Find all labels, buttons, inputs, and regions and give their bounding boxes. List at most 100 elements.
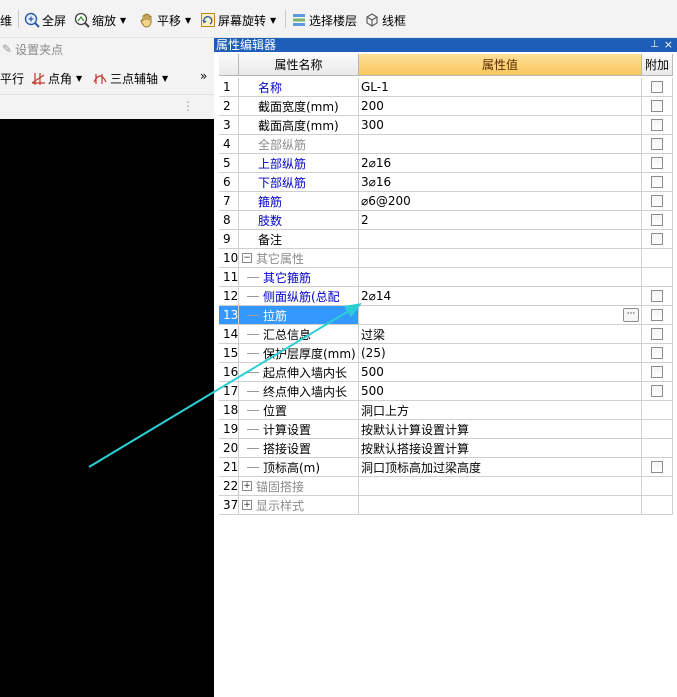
add-checkbox[interactable] (651, 195, 663, 207)
add-checkbox[interactable] (651, 385, 663, 397)
add-checkbox[interactable] (651, 461, 663, 473)
property-name-cell[interactable]: 侧面纵筋(总配 (239, 287, 359, 306)
fullscreen-button[interactable]: 全屏 (24, 9, 66, 31)
chevron-down-icon[interactable]: ▼ (76, 74, 82, 83)
property-value-cell[interactable]: 过梁 (359, 325, 642, 344)
property-row[interactable]: 19 计算设置 按默认计算设置计算 (219, 420, 673, 439)
property-row[interactable]: 14 汇总信息 过梁 (219, 325, 673, 344)
property-value-cell[interactable] (359, 496, 642, 515)
add-checkbox[interactable] (651, 157, 663, 169)
property-value-cell[interactable]: GL-1 (359, 78, 642, 97)
property-value-cell[interactable]: 200 (359, 97, 642, 116)
property-value-cell[interactable] (359, 135, 642, 154)
column-header-value[interactable]: 属性值 (359, 54, 642, 76)
add-checkbox[interactable] (651, 81, 663, 93)
chevron-down-icon[interactable]: ▼ (162, 74, 168, 83)
property-name-cell[interactable]: + 锚固搭接 (239, 477, 359, 496)
property-row[interactable]: 15 保护层厚度(mm) (25) (219, 344, 673, 363)
property-value-cell[interactable]: (25) (359, 344, 642, 363)
property-value-cell[interactable] (359, 477, 642, 496)
expand-icon[interactable]: + (242, 500, 252, 510)
property-name-cell[interactable]: 备注 (239, 230, 359, 249)
property-value-cell[interactable]: ⌀6@200 (359, 192, 642, 211)
property-value-cell[interactable]: 按默认搭接设置计算 (359, 439, 642, 458)
property-name-cell[interactable]: 计算设置 (239, 420, 359, 439)
set-grip-button[interactable]: ✎ 设置夹点 (0, 38, 214, 60)
pin-icon[interactable]: ⊥ (650, 38, 659, 52)
property-row[interactable]: 18 位置 洞口上方 (219, 401, 673, 420)
property-row[interactable]: 1 名称 GL-1 (219, 78, 673, 97)
property-row[interactable]: 8 肢数 2 (219, 211, 673, 230)
property-name-cell[interactable]: 截面高度(mm) (239, 116, 359, 135)
collapse-icon[interactable]: − (242, 253, 252, 263)
wireframe-button[interactable]: 线框 (364, 9, 406, 31)
close-icon[interactable]: × (664, 38, 673, 52)
property-row[interactable]: 20 搭接设置 按默认搭接设置计算 (219, 439, 673, 458)
property-row[interactable]: 4 全部纵筋 (219, 135, 673, 154)
property-value-cell[interactable]: 3⌀16 (359, 173, 642, 192)
property-row[interactable]: 6 下部纵筋 3⌀16 (219, 173, 673, 192)
column-header-add[interactable]: 附加 (642, 54, 673, 76)
property-row[interactable]: 9 备注 (219, 230, 673, 249)
property-name-cell[interactable]: 名称 (239, 78, 359, 97)
chevron-down-icon[interactable]: ▼ (185, 16, 191, 25)
property-value-cell[interactable]: 500 (359, 382, 642, 401)
property-row[interactable]: 22 + 锚固搭接 (219, 477, 673, 496)
property-row[interactable]: 17 终点伸入墙内长 500 (219, 382, 673, 401)
property-name-cell[interactable]: 保护层厚度(mm) (239, 344, 359, 363)
property-editor-title-bar[interactable]: 属性编辑器 ⊥ × (214, 38, 677, 52)
property-value-cell[interactable] (359, 249, 642, 268)
select-floor-button[interactable]: 选择楼层 (291, 9, 357, 31)
property-value-cell[interactable]: 500 (359, 363, 642, 382)
property-name-cell[interactable]: 搭接设置 (239, 439, 359, 458)
add-checkbox[interactable] (651, 100, 663, 112)
property-name-cell[interactable]: 上部纵筋 (239, 154, 359, 173)
parallel-button[interactable]: 平行 (0, 67, 24, 89)
ellipsis-button[interactable]: ··· (623, 308, 639, 322)
property-name-cell[interactable]: 位置 (239, 401, 359, 420)
toolbar-item-view[interactable]: 维 (0, 9, 12, 31)
property-name-cell[interactable]: + 显示样式 (239, 496, 359, 515)
property-name-cell[interactable]: 顶标高(m) (239, 458, 359, 477)
point-angle-button[interactable]: 点角 ▼ (30, 67, 82, 89)
property-row[interactable]: 5 上部纵筋 2⌀16 (219, 154, 673, 173)
property-name-cell[interactable]: 拉筋 (239, 306, 359, 325)
property-name-cell[interactable]: 全部纵筋 (239, 135, 359, 154)
property-row[interactable]: 16 起点伸入墙内长 500 (219, 363, 673, 382)
property-name-cell[interactable]: 箍筋 (239, 192, 359, 211)
property-name-cell[interactable]: 汇总信息 (239, 325, 359, 344)
more-tools-button[interactable]: » (200, 65, 207, 87)
property-value-cell[interactable] (359, 268, 642, 287)
add-checkbox[interactable] (651, 233, 663, 245)
drawing-canvas[interactable] (0, 119, 214, 697)
property-name-cell[interactable]: 截面宽度(mm) (239, 97, 359, 116)
add-checkbox[interactable] (651, 328, 663, 340)
property-name-cell[interactable]: 起点伸入墙内长 (239, 363, 359, 382)
property-row[interactable]: 7 箍筋 ⌀6@200 (219, 192, 673, 211)
three-point-axis-button[interactable]: 三点辅轴 ▼ (92, 67, 168, 89)
property-row[interactable]: 10− 其它属性 (219, 249, 673, 268)
property-row[interactable]: 37 + 显示样式 (219, 496, 673, 515)
property-value-cell[interactable]: 300 (359, 116, 642, 135)
chevron-down-icon[interactable]: ▼ (120, 16, 126, 25)
pan-button[interactable]: 平移 ▼ (139, 9, 191, 31)
property-value-cell[interactable]: 洞口上方 (359, 401, 642, 420)
chevron-down-icon[interactable]: ▼ (270, 16, 276, 25)
expand-icon[interactable]: + (242, 481, 252, 491)
property-value-cell[interactable]: 2 (359, 211, 642, 230)
add-checkbox[interactable] (651, 290, 663, 302)
add-checkbox[interactable] (651, 366, 663, 378)
zoom-button[interactable]: 缩放 ▼ (74, 9, 126, 31)
property-name-cell[interactable]: 下部纵筋 (239, 173, 359, 192)
add-checkbox[interactable] (651, 214, 663, 226)
property-name-cell[interactable]: − 其它属性 (239, 249, 359, 268)
property-row[interactable]: 3 截面高度(mm) 300 (219, 116, 673, 135)
property-row[interactable]: 12 侧面纵筋(总配 2⌀14 (219, 287, 673, 306)
property-row[interactable]: 2 截面宽度(mm) 200 (219, 97, 673, 116)
property-name-cell[interactable]: 其它箍筋 (239, 268, 359, 287)
add-checkbox[interactable] (651, 138, 663, 150)
property-value-cell[interactable] (359, 230, 642, 249)
property-value-cell[interactable]: 按默认计算设置计算 (359, 420, 642, 439)
property-value-cell[interactable]: 洞口顶标高加过梁高度 (359, 458, 642, 477)
screen-rotate-button[interactable]: 屏幕旋转 ▼ (200, 9, 276, 31)
